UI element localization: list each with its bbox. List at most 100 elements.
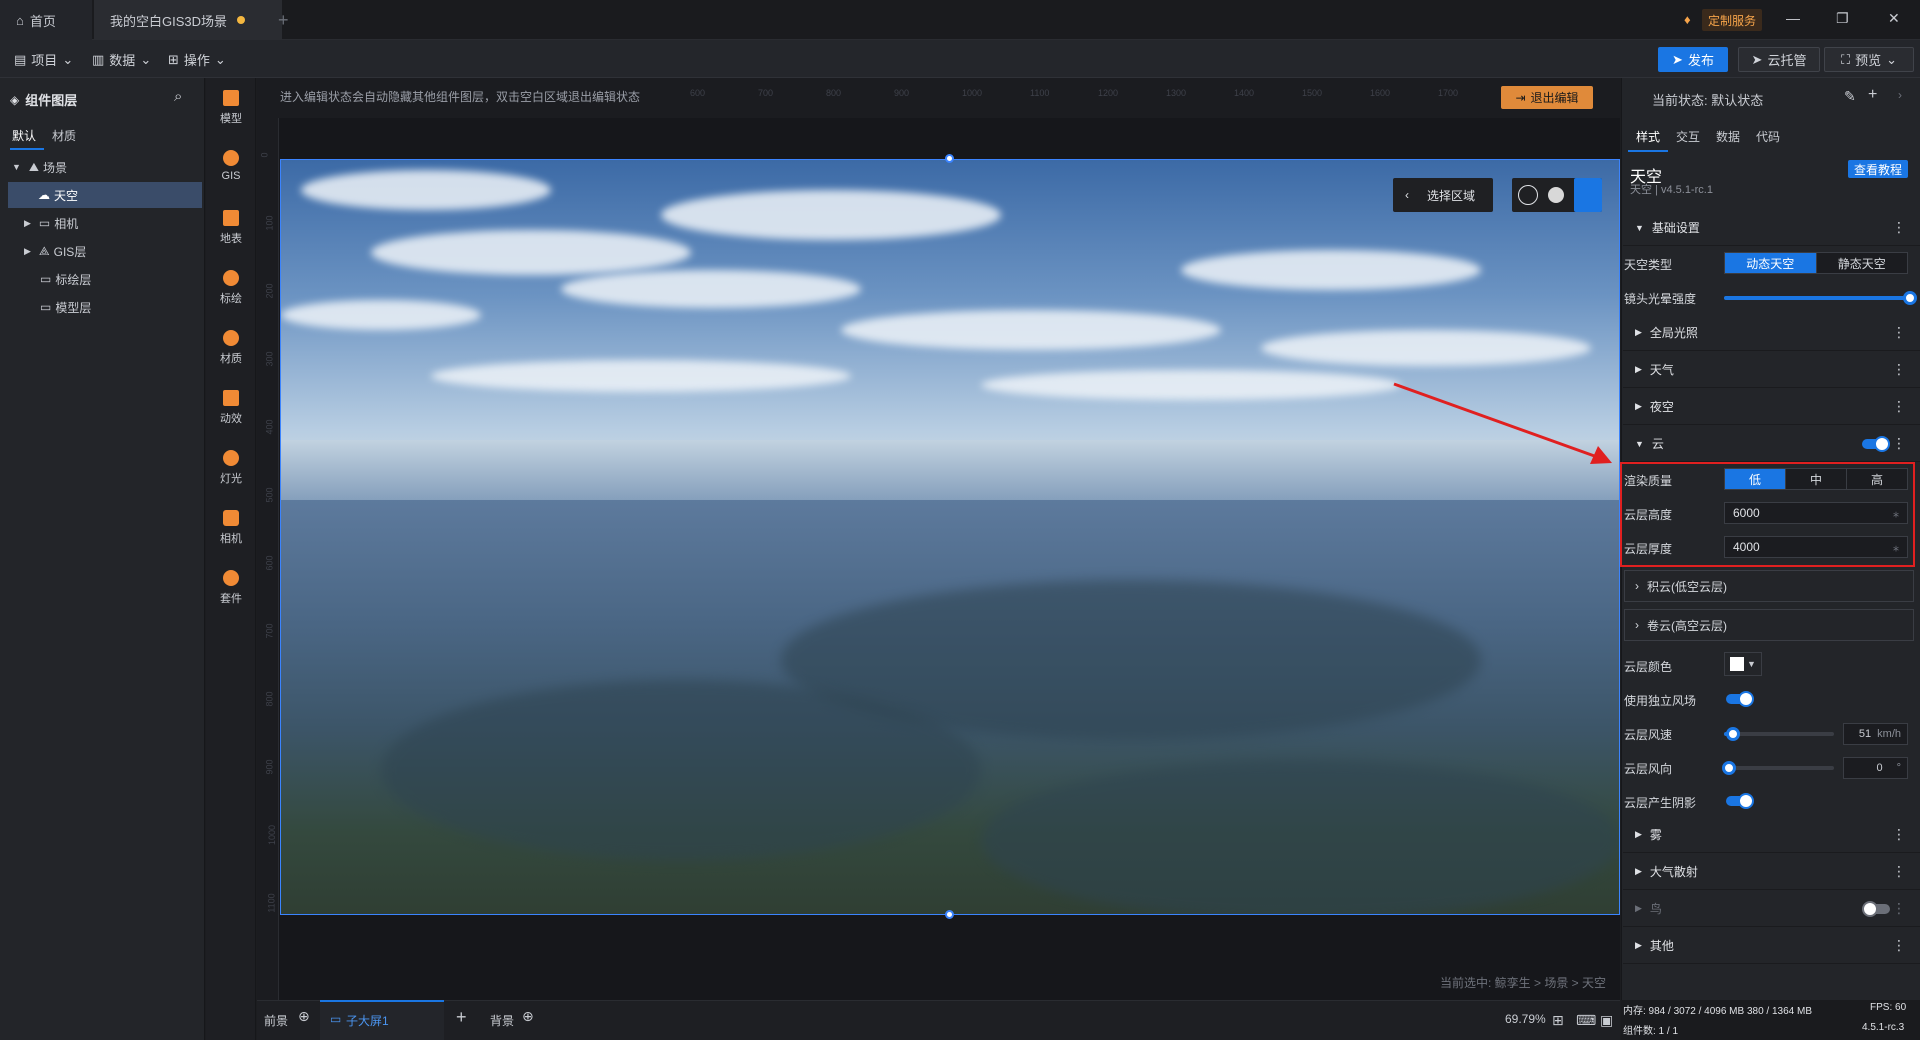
keyboard-icon[interactable]: ⌨ xyxy=(1576,1012,1596,1029)
clock-icon[interactable] xyxy=(1574,178,1602,212)
publish-button[interactable]: ➤ 发布 xyxy=(1658,47,1728,72)
custom-service-button[interactable]: 定制服务 xyxy=(1702,9,1763,31)
tool-camera[interactable]: 相机 xyxy=(206,510,256,546)
globe-icon[interactable] xyxy=(1518,185,1538,205)
tool-material[interactable]: 材质 xyxy=(206,330,256,366)
tool-gis[interactable]: GIS xyxy=(206,150,256,182)
edit-icon[interactable]: ✎ xyxy=(1844,88,1856,105)
tree-item-camera[interactable]: ▶ ▭ 相机 xyxy=(0,210,205,236)
tab-default[interactable]: 默认 xyxy=(12,127,36,144)
section-cirrus[interactable]: › 卷云(高空云层) xyxy=(1624,609,1914,641)
cloud-shadow-toggle[interactable] xyxy=(1726,793,1754,809)
search-icon[interactable]: ⌕ xyxy=(174,88,182,105)
tree-item-sky[interactable]: ☁ 天空 xyxy=(8,182,202,208)
more-icon[interactable]: ⋮ xyxy=(1892,826,1906,843)
cloud-toggle[interactable] xyxy=(1862,436,1890,452)
wind-dir-slider[interactable] xyxy=(1722,761,1834,775)
section-fog[interactable]: ▶ 雾 ⋮ xyxy=(1623,817,1920,853)
more-icon[interactable]: ⋮ xyxy=(1892,324,1906,341)
more-icon[interactable]: ⋮ xyxy=(1892,863,1906,880)
tree-item-gis[interactable]: ▶ ⟁ GIS层 xyxy=(0,238,205,264)
resize-handle[interactable] xyxy=(945,910,954,919)
zoom-level[interactable]: 69.79% xyxy=(1505,1012,1546,1026)
minimize-icon[interactable]: — xyxy=(1786,10,1800,26)
cloud-color-picker[interactable]: ▼ xyxy=(1724,652,1762,676)
wind-dir-unit: ° xyxy=(1896,762,1901,774)
more-icon[interactable]: ⋮ xyxy=(1892,900,1906,917)
tab-material[interactable]: 材质 xyxy=(52,127,76,144)
ruler-tick: 1300 xyxy=(1166,88,1187,98)
tool-model[interactable]: 模型 xyxy=(206,90,256,126)
add-circle-icon[interactable]: ⊕ xyxy=(522,1008,534,1025)
tool-light[interactable]: 灯光 xyxy=(206,450,256,486)
fit-icon[interactable]: ⊞ xyxy=(1552,1012,1564,1029)
tool-kit[interactable]: 套件 xyxy=(206,570,256,606)
kit-icon xyxy=(223,570,239,586)
section-other[interactable]: ▶ 其他 ⋮ xyxy=(1623,928,1920,964)
section-label: 卷云(高空云层) xyxy=(1647,618,1727,633)
preview-label: 预览 xyxy=(1855,53,1882,68)
more-icon[interactable]: ⋮ xyxy=(1892,398,1906,415)
resize-handle[interactable] xyxy=(945,154,954,163)
more-icon[interactable]: ⋮ xyxy=(1892,361,1906,378)
tree-item-plot[interactable]: ▭ 标绘层 xyxy=(0,266,205,292)
cloud-host-button[interactable]: ➤ 云托管 xyxy=(1738,47,1820,72)
menu-project[interactable]: ▤ 项目 ⌄ xyxy=(14,50,73,69)
section-night[interactable]: ▶ 夜空 ⋮ xyxy=(1623,389,1920,425)
chevron-right-icon[interactable]: › xyxy=(1898,88,1902,102)
section-atmosphere[interactable]: ▶ 大气散射 ⋮ xyxy=(1623,854,1920,890)
slider-knob[interactable] xyxy=(1903,291,1917,305)
preview-button[interactable]: ⛶ 预览 ⌄ xyxy=(1824,47,1914,72)
section-cumulus[interactable]: › 积云(低空云层) xyxy=(1624,570,1914,602)
add-circle-icon[interactable]: ⊕ xyxy=(298,1008,310,1025)
add-screen-button[interactable]: + xyxy=(456,1007,467,1028)
menu-operate[interactable]: ⊞ 操作 ⌄ xyxy=(168,50,226,69)
tab-home[interactable]: ⌂ 首页 xyxy=(0,0,92,40)
tool-terrain[interactable]: 地表 xyxy=(206,210,256,246)
section-basic[interactable]: ▼ 基础设置 ⋮ xyxy=(1623,210,1920,246)
tab-background[interactable]: 背景 xyxy=(490,1012,514,1029)
close-icon[interactable]: ✕ xyxy=(1888,10,1900,27)
tree-item-scene[interactable]: ▼ ⛰ 场景 xyxy=(0,154,205,180)
tab-interaction[interactable]: 交互 xyxy=(1676,128,1700,145)
option-dynamic-sky[interactable]: 动态天空 xyxy=(1725,253,1817,273)
tab-data[interactable]: 数据 xyxy=(1716,128,1740,145)
mountain-ridge xyxy=(381,680,981,860)
lens-flare-slider[interactable] xyxy=(1724,291,1917,305)
section-label: 全局光照 xyxy=(1649,326,1698,340)
wind-speed-input[interactable]: 51 km/h xyxy=(1843,723,1908,745)
slider-knob[interactable] xyxy=(1725,727,1740,741)
tool-plot[interactable]: 标绘 xyxy=(206,270,256,306)
tab-style[interactable]: 样式 xyxy=(1636,128,1660,145)
maximize-icon[interactable]: ❐ xyxy=(1836,10,1849,27)
tree-item-model[interactable]: ▭ 模型层 xyxy=(0,294,205,320)
section-weather[interactable]: ▶ 天气 ⋮ xyxy=(1623,352,1920,388)
tool-effect[interactable]: 动效 xyxy=(206,390,256,426)
tab-foreground[interactable]: 前景 xyxy=(264,1012,288,1029)
more-icon[interactable]: ⋮ xyxy=(1892,219,1906,236)
section-global-light[interactable]: ▶ 全局光照 ⋮ xyxy=(1623,315,1920,351)
component-version: 天空 | v4.5.1-rc.1 xyxy=(1630,184,1713,196)
exit-edit-button[interactable]: ⇥ 退出编辑 xyxy=(1501,86,1593,109)
terminal-icon[interactable]: ▣ xyxy=(1600,1012,1613,1029)
more-icon[interactable]: ⋮ xyxy=(1892,937,1906,954)
scene-viewport[interactable] xyxy=(280,159,1620,915)
more-icon[interactable]: ⋮ xyxy=(1892,435,1906,452)
select-region-button[interactable]: ‹ 选择区域 xyxy=(1393,178,1493,212)
ruler-tick: 600 xyxy=(690,88,706,98)
ruler-tick: 800 xyxy=(264,691,275,707)
menu-data[interactable]: ▥ 数据 ⌄ xyxy=(92,50,151,69)
wind-dir-input[interactable]: 0 ° xyxy=(1843,757,1908,779)
option-static-sky[interactable]: 静态天空 xyxy=(1817,253,1908,273)
tab-code[interactable]: 代码 xyxy=(1756,128,1780,145)
sphere-icon[interactable] xyxy=(1548,187,1564,203)
wind-speed-slider[interactable] xyxy=(1724,727,1834,741)
view-tutorial-button[interactable]: 查看教程 xyxy=(1848,160,1908,178)
add-tab-icon[interactable]: + xyxy=(278,10,289,31)
model-icon xyxy=(223,90,239,106)
slider-knob[interactable] xyxy=(1722,761,1736,775)
tab-document[interactable]: 我的空白GIS3D场景 xyxy=(94,0,282,40)
independent-wind-toggle[interactable] xyxy=(1726,691,1754,707)
plus-icon[interactable]: + xyxy=(1868,86,1877,104)
bird-toggle[interactable] xyxy=(1862,901,1890,917)
